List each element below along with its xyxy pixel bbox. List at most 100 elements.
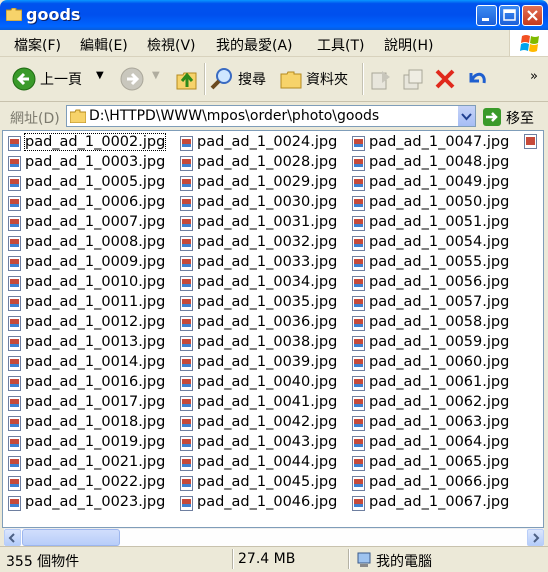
scroll-right-button[interactable] xyxy=(527,529,544,546)
menu-bar: 檔案(F) 編輯(E) 檢視(V) 我的最愛(A) 工具(T) 說明(H) xyxy=(0,30,548,57)
up-folder-icon[interactable] xyxy=(176,67,198,91)
address-input[interactable]: D:\HTTPD\WWW\mpos\order\photo\goods xyxy=(66,105,476,127)
jpg-file-icon xyxy=(8,356,21,371)
file-name: pad_ad_1_0032.jpg xyxy=(197,234,338,250)
jpg-file-icon xyxy=(180,136,193,151)
horizontal-scrollbar[interactable] xyxy=(4,528,544,546)
menu-view[interactable]: 檢視(V) xyxy=(147,35,196,55)
menu-favorites[interactable]: 我的最愛(A) xyxy=(216,35,293,55)
file-name: pad_ad_1_0005.jpg xyxy=(25,174,166,190)
chevron-left-icon xyxy=(8,533,15,543)
jpg-file-icon xyxy=(352,236,365,251)
file-name: pad_ad_1_0056.jpg xyxy=(369,274,510,290)
forward-dropdown-icon[interactable]: ▼ xyxy=(152,70,160,81)
file-name: pad_ad_1_0045.jpg xyxy=(197,474,338,490)
status-object-count: 355 個物件 xyxy=(6,554,80,570)
file-name: pad_ad_1_0016.jpg xyxy=(25,374,166,390)
file-name: pad_ad_1_0066.jpg xyxy=(369,474,510,490)
jpg-file-icon xyxy=(8,156,21,171)
file-name: pad_ad_1_0050.jpg xyxy=(369,194,510,210)
file-name: pad_ad_1_0055.jpg xyxy=(369,254,510,270)
jpg-file-icon xyxy=(8,196,21,211)
file-name: pad_ad_1_0007.jpg xyxy=(25,214,166,230)
jpg-file-icon xyxy=(352,336,365,351)
file-name: pad_ad_1_0019.jpg xyxy=(25,434,166,450)
jpg-file-icon xyxy=(180,456,193,471)
delete-icon[interactable] xyxy=(434,67,456,91)
jpg-file-icon xyxy=(180,276,193,291)
search-icon[interactable] xyxy=(210,67,234,91)
jpg-file-icon xyxy=(8,456,21,471)
address-label: 網址(D) xyxy=(10,111,60,127)
jpg-file-icon xyxy=(8,236,21,251)
folders-button[interactable]: 資料夾 xyxy=(306,69,348,89)
jpg-file-icon xyxy=(352,256,365,271)
chevron-right-icon xyxy=(533,533,540,543)
jpg-file-icon xyxy=(8,496,21,511)
status-separator xyxy=(348,549,350,569)
close-button[interactable] xyxy=(522,5,543,26)
go-arrow-icon[interactable] xyxy=(483,108,501,126)
status-separator xyxy=(232,549,234,569)
file-list[interactable]: pad_ad_1_0002.jpg pad_ad_1_0003.jpg pad_ad… xyxy=(2,130,544,528)
menu-help[interactable]: 說明(H) xyxy=(384,35,433,55)
jpg-file-icon xyxy=(352,456,365,471)
file-name: pad_ad_1_0048.jpg xyxy=(369,154,510,170)
jpg-file-icon xyxy=(8,256,21,271)
file-name: pad_ad_1_0010.jpg xyxy=(25,274,166,290)
jpg-file-icon xyxy=(8,136,21,151)
jpg-file-icon xyxy=(8,296,21,311)
jpg-file-icon xyxy=(8,216,21,231)
explorer-window: goods 檔案(F) 編輯(E) 檢視(V) 我的最愛(A) 工具(T) 說明… xyxy=(0,0,548,572)
toolbar-overflow-icon[interactable]: » xyxy=(530,69,538,84)
file-name: pad_ad_1_0062.jpg xyxy=(369,394,510,410)
jpg-file-icon xyxy=(352,296,365,311)
go-button[interactable]: 移至 xyxy=(506,108,534,128)
copy-to-icon[interactable] xyxy=(402,67,424,91)
folders-icon[interactable] xyxy=(280,68,302,90)
back-arrow-icon[interactable] xyxy=(12,67,36,91)
file-name: pad_ad_1_0049.jpg xyxy=(369,174,510,190)
windows-logo xyxy=(509,30,548,56)
jpg-file-icon xyxy=(180,436,193,451)
menu-file[interactable]: 檔案(F) xyxy=(14,35,61,55)
file-name: pad_ad_1_0043.jpg xyxy=(197,434,338,450)
file-name: pad_ad_1_0028.jpg xyxy=(197,154,338,170)
file-name: pad_ad_1_0038.jpg xyxy=(197,334,338,350)
file-name: pad_ad_1_0061.jpg xyxy=(369,374,510,390)
minimize-icon xyxy=(482,18,489,21)
minimize-button[interactable] xyxy=(476,5,497,26)
jpg-file-icon xyxy=(352,216,365,231)
file-name: pad_ad_1_0046.jpg xyxy=(197,494,338,510)
file-name: pad_ad_1_0002.jpg xyxy=(23,133,167,151)
jpg-file-icon xyxy=(180,256,193,271)
toolbar: 上一頁 ▼ ▼ 搜尋 資料夾 » xyxy=(0,57,548,102)
undo-icon[interactable] xyxy=(466,67,488,91)
folder-icon xyxy=(6,8,22,21)
jpg-file-icon xyxy=(8,176,21,191)
chevron-down-icon xyxy=(461,113,472,121)
jpg-file-icon xyxy=(352,496,365,511)
menu-edit[interactable]: 編輯(E) xyxy=(80,35,128,55)
jpg-file-icon xyxy=(352,476,365,491)
search-button[interactable]: 搜尋 xyxy=(238,69,266,89)
jpg-file-icon xyxy=(352,276,365,291)
forward-arrow-icon[interactable] xyxy=(120,67,144,91)
move-to-icon[interactable] xyxy=(370,67,392,91)
jpg-file-icon xyxy=(180,316,193,331)
back-dropdown-icon[interactable]: ▼ xyxy=(96,70,104,81)
jpg-file-icon xyxy=(8,416,21,431)
jpg-file-icon xyxy=(8,396,21,411)
maximize-button[interactable] xyxy=(499,5,520,26)
jpg-file-icon xyxy=(352,316,365,331)
toolbar-separator xyxy=(362,63,364,95)
windows-flag-icon xyxy=(520,35,539,52)
file-name: pad_ad_1_0022.jpg xyxy=(25,474,166,490)
menu-tools[interactable]: 工具(T) xyxy=(317,35,364,55)
title-bar[interactable]: goods xyxy=(0,0,548,30)
toolbar-separator xyxy=(204,63,206,95)
back-button[interactable]: 上一頁 xyxy=(40,69,82,89)
scroll-thumb[interactable] xyxy=(22,529,120,546)
scroll-left-button[interactable] xyxy=(4,529,21,546)
address-dropdown-button[interactable] xyxy=(457,106,475,126)
